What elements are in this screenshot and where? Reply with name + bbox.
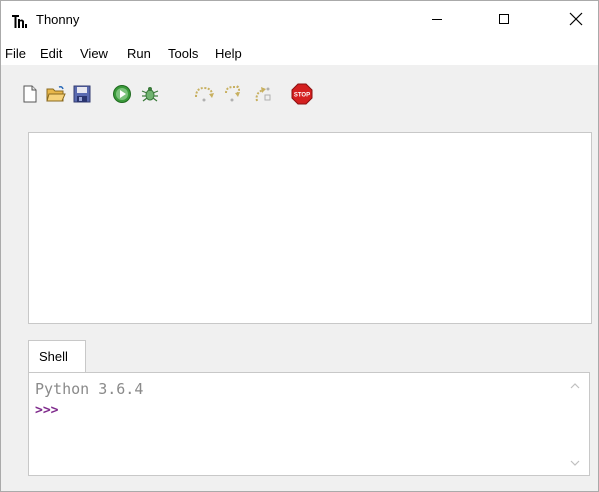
code-editor[interactable] (28, 132, 592, 324)
step-over-button[interactable] (193, 85, 215, 107)
shell-prompt: >>> (35, 403, 59, 418)
open-folder-icon (46, 85, 66, 108)
maximize-icon (498, 12, 510, 30)
step-over-icon (193, 85, 215, 108)
menu-file[interactable]: File (5, 46, 26, 61)
thonny-window: Thonny File Edit View Run Tools Help STO… (0, 0, 599, 492)
maximize-button[interactable] (481, 1, 527, 41)
step-into-icon (223, 84, 245, 108)
chevron-down-icon (570, 454, 580, 472)
menu-help[interactable]: Help (215, 46, 242, 61)
step-into-button[interactable] (223, 84, 245, 108)
menu-run[interactable]: Run (127, 46, 151, 61)
window-title: Thonny (36, 12, 80, 27)
new-file-button[interactable] (19, 85, 41, 107)
shell-tab-label: Shell (39, 349, 68, 364)
scroll-up-button[interactable] (567, 378, 583, 394)
menu-edit[interactable]: Edit (40, 46, 62, 61)
minimize-button[interactable] (414, 1, 460, 41)
run-button[interactable] (111, 84, 133, 109)
new-file-icon (21, 85, 39, 108)
save-icon (73, 85, 91, 108)
thonny-logo-icon (12, 14, 28, 30)
menu-view[interactable]: View (80, 46, 108, 61)
stop-button[interactable]: STOP (291, 83, 313, 110)
run-icon (112, 84, 132, 109)
step-out-icon (251, 85, 273, 108)
step-out-button[interactable] (251, 85, 273, 107)
close-button[interactable] (553, 1, 599, 41)
close-icon (569, 12, 583, 31)
debug-button[interactable] (139, 85, 161, 107)
toolbar: STOP (1, 65, 598, 121)
open-button[interactable] (45, 85, 67, 107)
save-button[interactable] (71, 85, 93, 107)
menu-bar: File Edit View Run Tools Help (1, 41, 598, 65)
shell-output: Python 3.6.4 (35, 380, 144, 398)
chevron-up-icon (570, 377, 580, 395)
stop-icon: STOP (291, 83, 313, 110)
menu-tools[interactable]: Tools (168, 46, 198, 61)
scroll-down-button[interactable] (567, 455, 583, 471)
debug-icon (140, 84, 160, 109)
minimize-icon (431, 12, 443, 30)
title-bar[interactable]: Thonny (1, 1, 598, 41)
shell-pane[interactable]: Python 3.6.4 >>> (28, 372, 590, 476)
stop-icon-label: STOP (294, 92, 310, 98)
tab-shell[interactable]: Shell (28, 340, 86, 372)
